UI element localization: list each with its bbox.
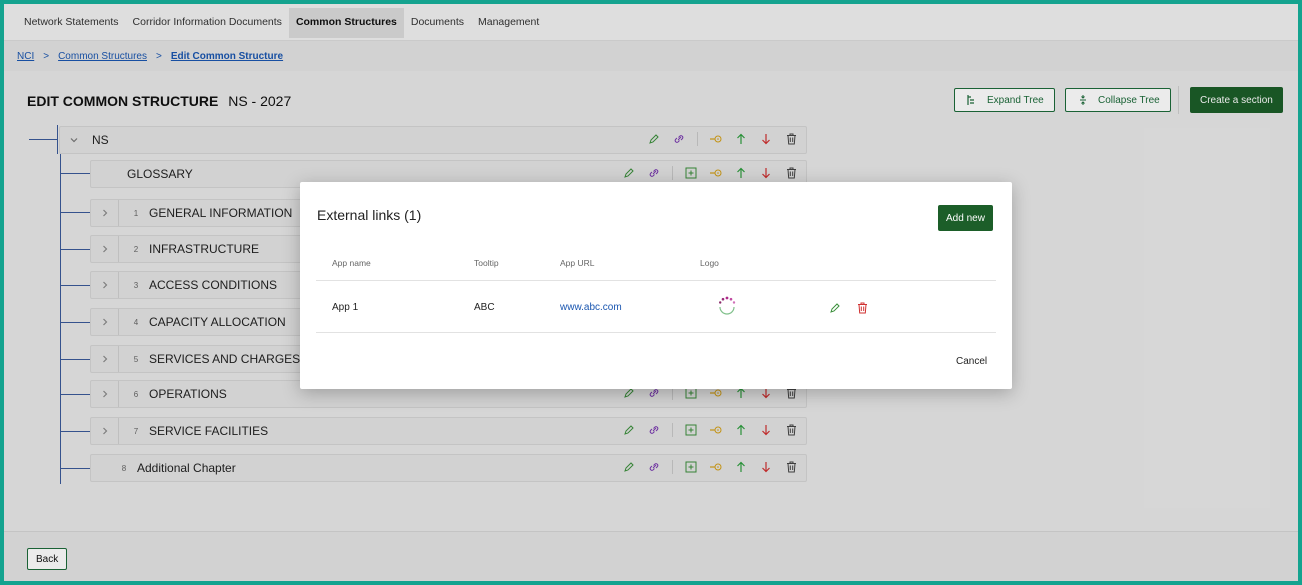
spinner-logo-icon bbox=[716, 295, 738, 317]
edit-icon[interactable] bbox=[828, 301, 842, 315]
cell-app-url[interactable]: www.abc.com bbox=[560, 302, 622, 313]
column-header-tooltip: Tooltip bbox=[474, 258, 499, 268]
cell-tooltip: ABC bbox=[474, 302, 495, 313]
column-header-logo: Logo bbox=[700, 258, 719, 268]
delete-icon[interactable] bbox=[855, 301, 869, 315]
table-divider bbox=[316, 332, 996, 333]
modal-title: External links (1) bbox=[317, 207, 422, 223]
table-divider bbox=[316, 280, 996, 281]
cell-app-name: App 1 bbox=[332, 302, 359, 313]
add-new-button[interactable]: Add new bbox=[938, 205, 993, 231]
app-frame: Network Statements Corridor Information … bbox=[0, 0, 1302, 585]
column-header-app-name: App name bbox=[332, 258, 371, 268]
column-header-app-url: App URL bbox=[560, 258, 595, 268]
external-links-modal: External links (1) Add new App name Tool… bbox=[300, 182, 1012, 389]
cancel-button[interactable]: Cancel bbox=[952, 354, 991, 369]
